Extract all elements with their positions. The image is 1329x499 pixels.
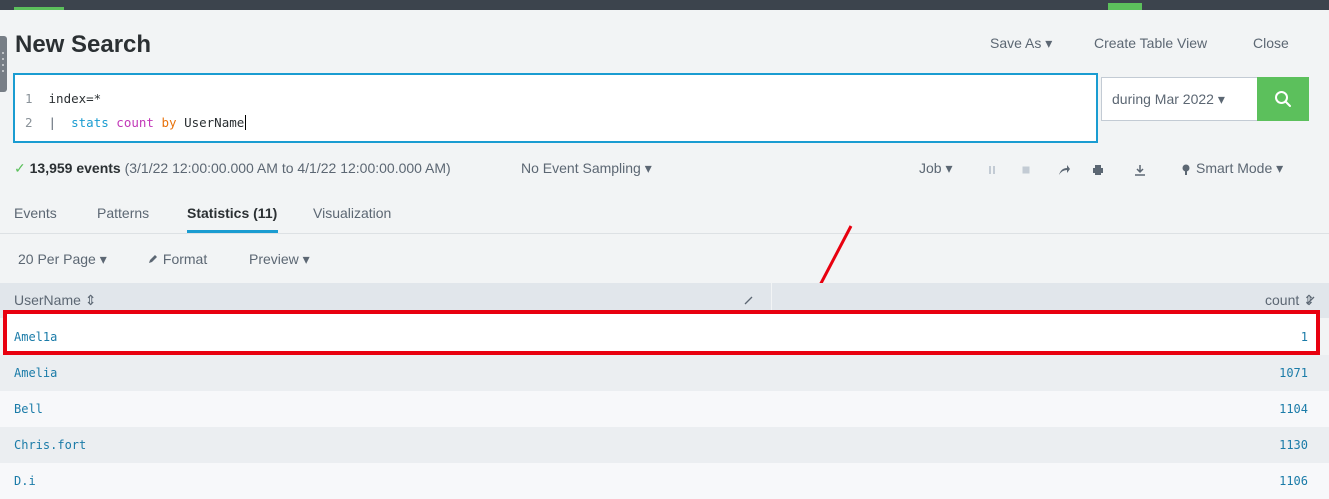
username-cell[interactable]: Bell bbox=[14, 402, 43, 416]
count-cell[interactable]: 1071 bbox=[1279, 366, 1308, 380]
table-row[interactable]: Chris.fort 1130 bbox=[0, 427, 1329, 463]
column-edit-icon[interactable] bbox=[1306, 295, 1316, 305]
column-edit-icon[interactable] bbox=[744, 295, 754, 305]
username-cell[interactable]: Amelia bbox=[14, 366, 57, 380]
count-cell[interactable]: 1104 bbox=[1279, 402, 1308, 416]
username-cell[interactable]: D.i bbox=[14, 474, 36, 488]
table-row[interactable]: Amel1a 1 bbox=[0, 319, 1329, 355]
count-cell[interactable]: 1130 bbox=[1279, 438, 1308, 452]
column-header-username[interactable]: UserName ⇕ bbox=[14, 292, 97, 309]
username-cell[interactable]: Chris.fort bbox=[14, 438, 86, 452]
table-row[interactable]: Amelia 1071 bbox=[0, 355, 1329, 391]
table-row[interactable]: D.i 1106 bbox=[0, 463, 1329, 499]
count-cell[interactable]: 1 bbox=[1301, 330, 1308, 344]
table-row[interactable]: Bell 1104 bbox=[0, 391, 1329, 427]
username-cell[interactable]: Amel1a bbox=[14, 330, 57, 344]
count-cell[interactable]: 1106 bbox=[1279, 474, 1308, 488]
